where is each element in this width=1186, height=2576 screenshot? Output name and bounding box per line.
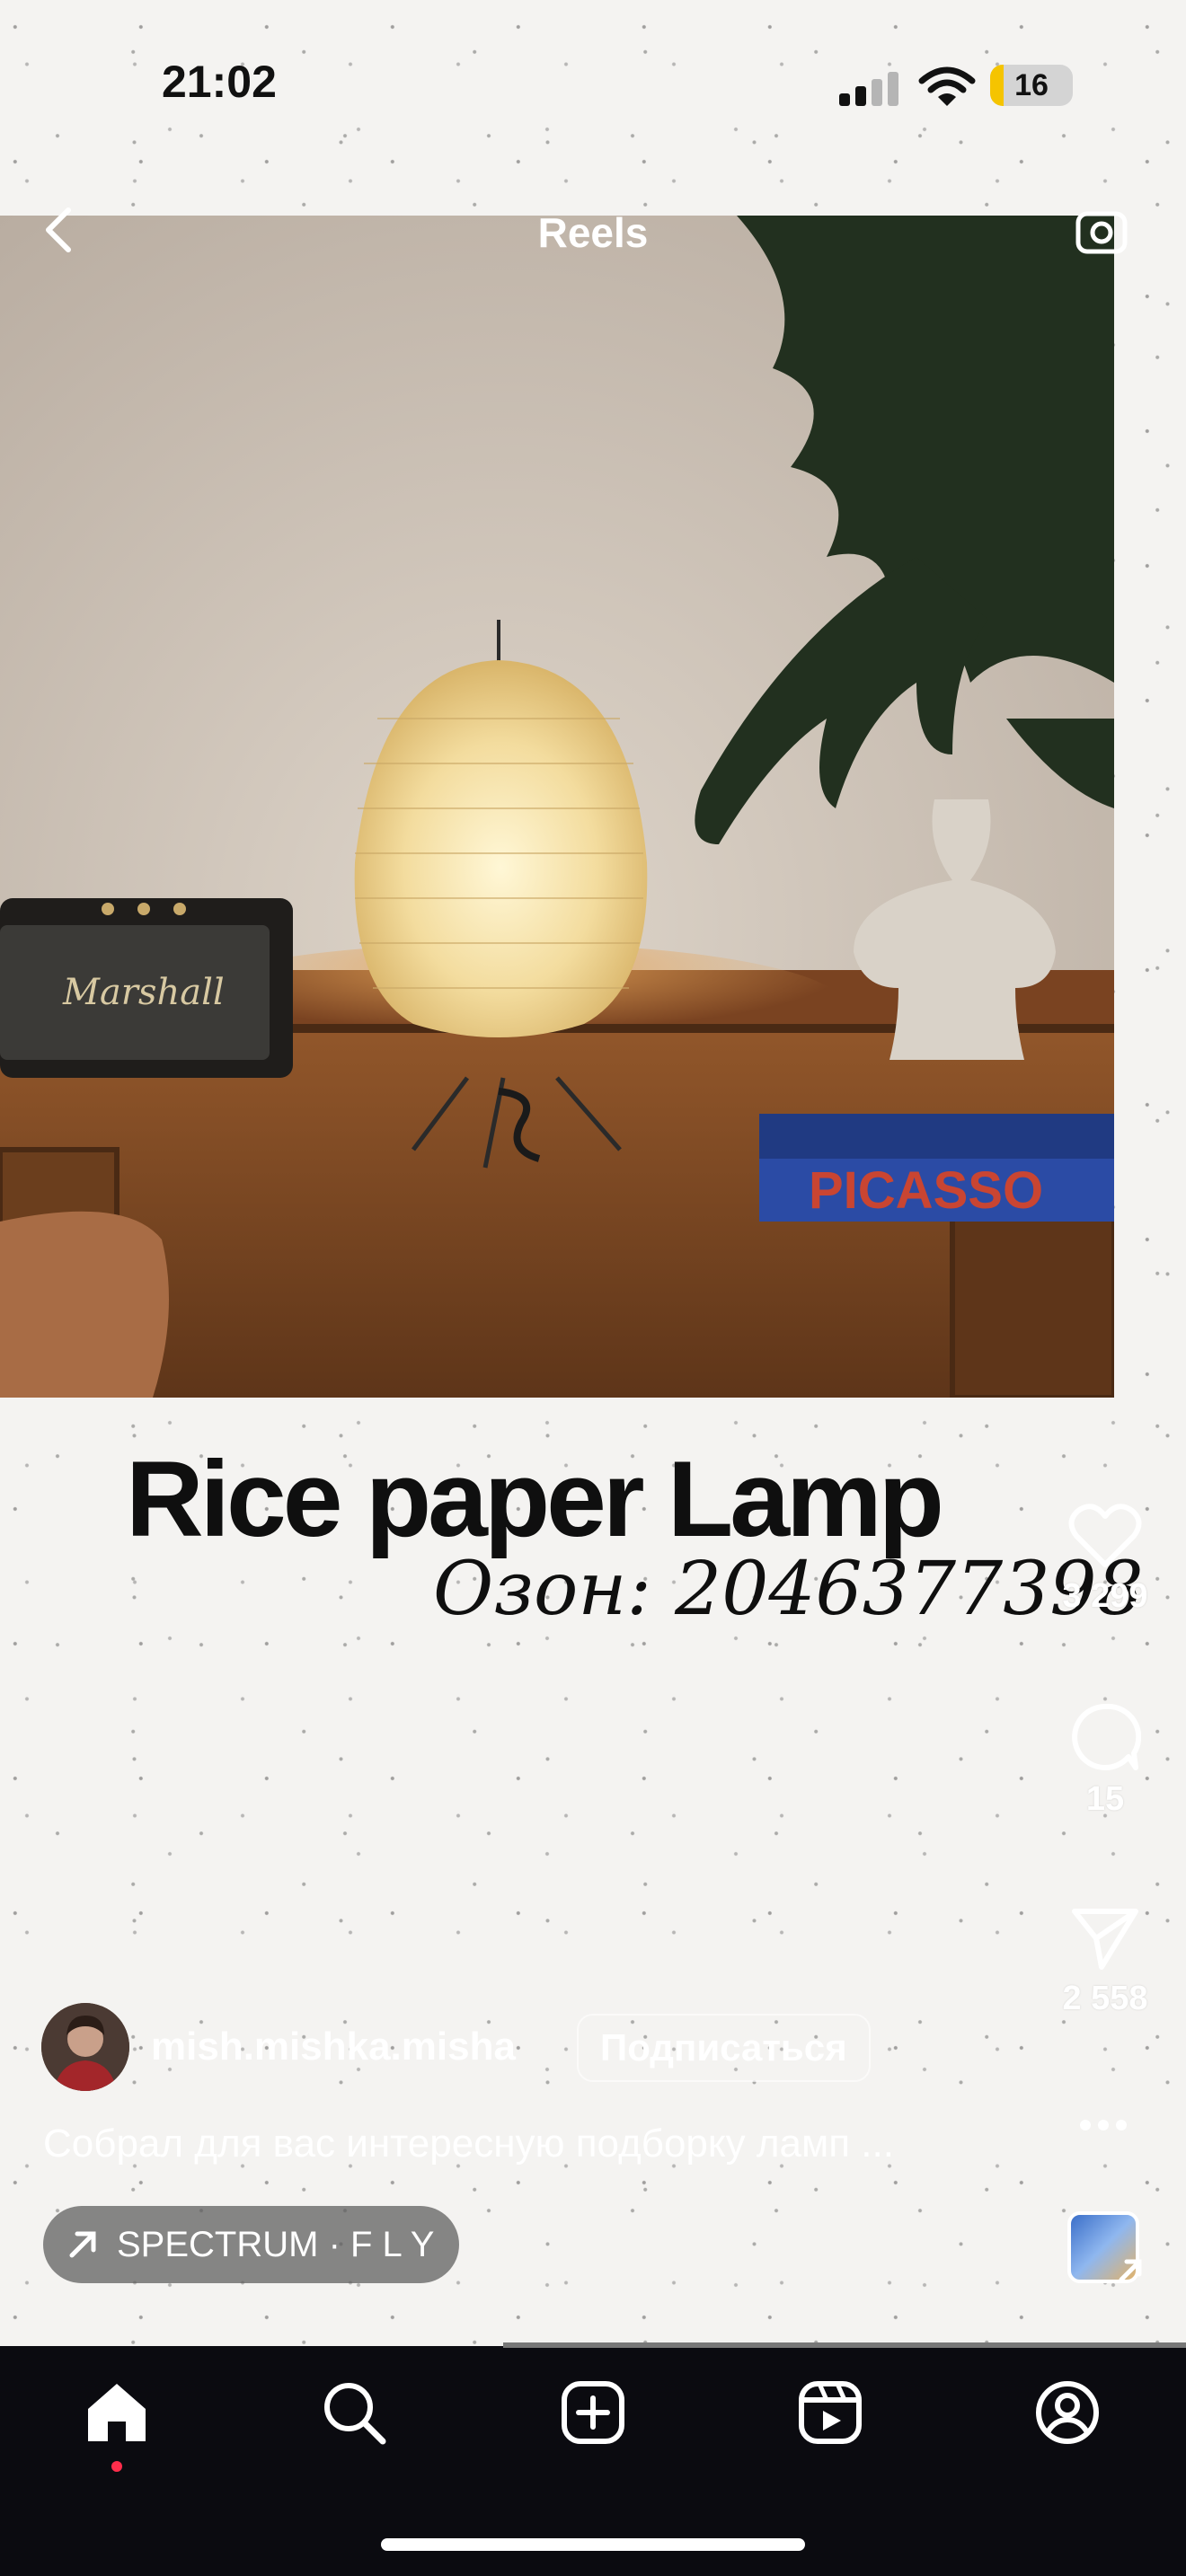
like-count: 3 299 [1062, 1577, 1148, 1615]
create-icon[interactable] [559, 2378, 627, 2447]
overlay-title: Rice paper Lamp [126, 1439, 944, 1559]
book-title: PICASSO [809, 1161, 1043, 1220]
share-count: 2 558 [1062, 1980, 1148, 2017]
music-label: SPECTRUM · F L Y [117, 2224, 435, 2264]
home-active-indicator [111, 2461, 122, 2472]
send-icon [1072, 1909, 1138, 1970]
wifi-icon [918, 66, 976, 106]
share-button[interactable]: 2 558 [1060, 1904, 1150, 2018]
overlay-subtitle: Озон: 2046377398 [433, 1547, 1144, 1632]
reel-progress-bar [503, 2342, 1186, 2348]
like-button[interactable]: 3 299 [1060, 1502, 1150, 1616]
arrow-up-right-icon [1119, 2259, 1142, 2282]
reel-photo[interactable]: Marshall PICASSO [0, 216, 1114, 1398]
lamp-scene-image: Marshall PICASSO [0, 216, 1114, 1398]
comment-count: 15 [1085, 1780, 1125, 1818]
status-bar: 21:02 16 [0, 0, 1186, 171]
comment-button[interactable]: 15 [1060, 1701, 1150, 1819]
status-time: 21:02 [162, 57, 277, 107]
music-pill[interactable]: SPECTRUM · F L Y [43, 2206, 460, 2283]
page-title: Reels [537, 209, 649, 256]
more-icon[interactable] [1078, 2116, 1128, 2134]
home-indicator [381, 2538, 805, 2551]
battery-icon: 16 [990, 65, 1073, 106]
battery-level: 16 [1014, 67, 1049, 102]
subscribe-button[interactable]: Подписаться [577, 2014, 871, 2082]
home-icon[interactable] [83, 2378, 151, 2447]
caption[interactable]: Собрал для вас интересную подборку ламп … [43, 2122, 894, 2166]
search-icon[interactable] [320, 2378, 388, 2447]
comment-icon [1072, 1703, 1141, 1770]
heart-icon [1068, 1504, 1142, 1567]
username[interactable]: mish.mishka.misha [151, 2025, 516, 2069]
cellular-signal-icon [839, 70, 902, 106]
profile-icon[interactable] [1033, 2378, 1102, 2447]
arrow-up-right-icon [69, 2231, 96, 2258]
reels-icon[interactable] [796, 2378, 864, 2447]
avatar[interactable] [41, 2003, 129, 2091]
speaker-brand: Marshall [62, 972, 225, 1013]
camera-icon[interactable] [1075, 208, 1128, 255]
